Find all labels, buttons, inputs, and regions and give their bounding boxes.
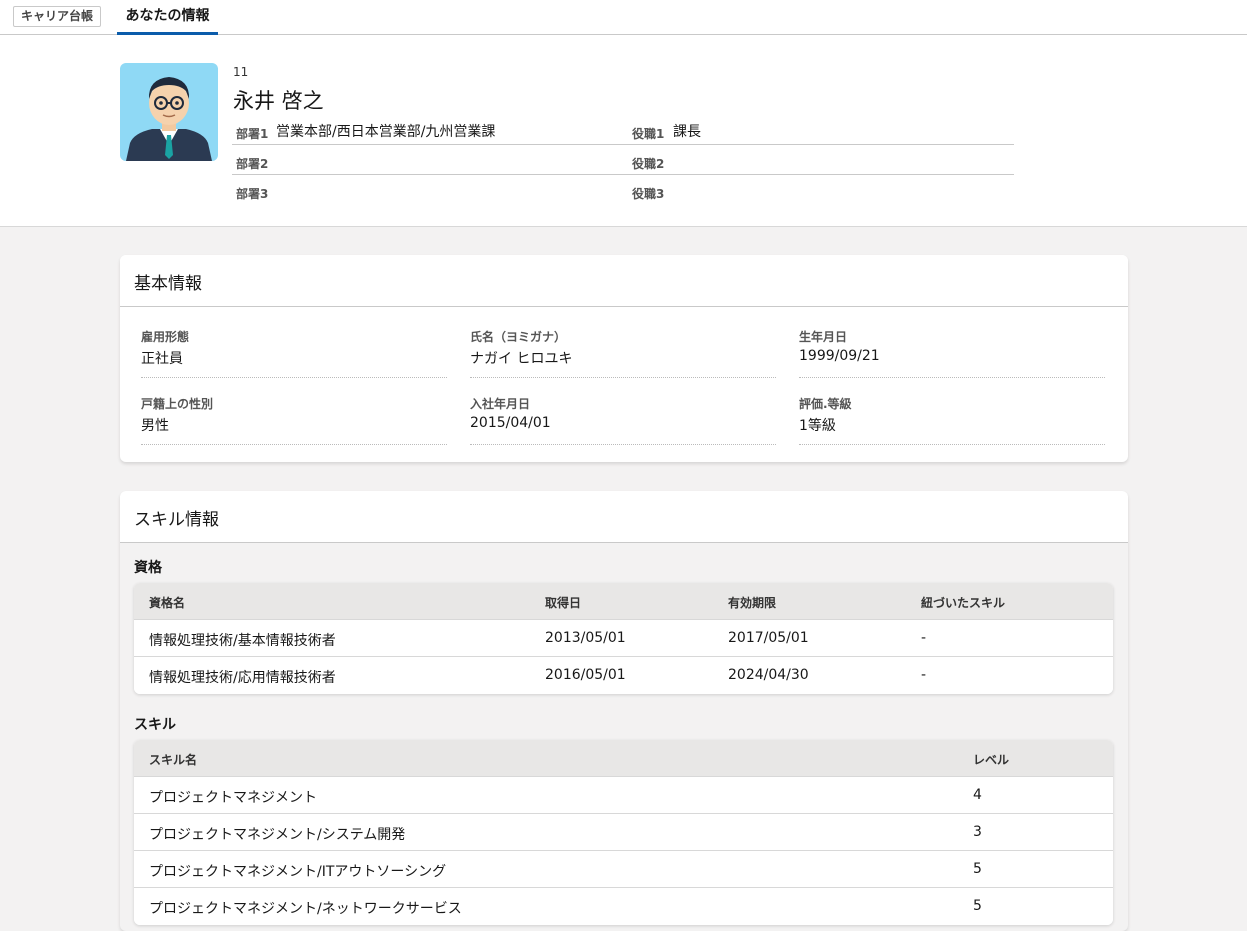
skills-card: スキル情報 資格 資格名 取得日 有効期限 紐づいたスキル 情報処理技術/基本情… [120, 491, 1128, 931]
cell: プロジェクトマネジメント/システム開発 [149, 827, 406, 843]
field-label: 評価.等級 [799, 397, 852, 411]
field-label: 生年月日 [799, 330, 848, 344]
field-employment-type: 雇用形態 正社員 [141, 328, 447, 378]
role2-label: 役職2 [632, 157, 665, 171]
table-row: プロジェクトマネジメント/システム開発 3 [134, 814, 1113, 851]
cell: 2024/04/30 [728, 667, 809, 683]
column-header[interactable]: 資格名 [149, 594, 185, 611]
table-row: プロジェクトマネジメント/ネットワークサービス 5 [134, 888, 1113, 925]
cell: 情報処理技術/基本情報技術者 [149, 633, 336, 649]
dept3-label: 部署3 [236, 187, 269, 201]
field-value: 1等級 [799, 418, 836, 434]
field-value: 1999/09/21 [799, 348, 880, 364]
cell: プロジェクトマネジメント/ITアウトソーシング [149, 864, 447, 880]
skills-title: スキル情報 [120, 491, 1128, 543]
cell: - [921, 667, 927, 683]
employee-name: 永井 啓之 [233, 89, 324, 113]
dept-row-2: 部署2 役職2 [232, 145, 1014, 175]
dept-row-1: 部署1 営業本部/西日本営業部/九州営業課 役職1 課長 [232, 115, 1014, 145]
column-header[interactable]: レベル [973, 751, 1009, 768]
cell: 2016/05/01 [545, 667, 626, 683]
field-birthdate: 生年月日 1999/09/21 [799, 328, 1105, 378]
cell: 情報処理技術/応用情報技術者 [149, 670, 336, 686]
qualifications-table: 資格名 取得日 有効期限 紐づいたスキル 情報処理技術/基本情報技術者 2013… [134, 583, 1113, 694]
field-grade: 評価.等級 1等級 [799, 395, 1105, 445]
basic-info-card: 基本情報 雇用形態 正社員 氏名（ヨミガナ） ナガイ ヒロユキ 生年月日 199… [120, 255, 1128, 462]
skills-list-title: スキル [134, 717, 176, 733]
profile-header: 11 永井 啓之 部署1 営業本部/西日本営業部/九州営業課 役職1 課長 部署… [0, 35, 1247, 227]
column-header[interactable]: 紐づいたスキル [921, 594, 1005, 611]
dept1-value: 営業本部/西日本営業部/九州営業課 [276, 124, 496, 140]
field-value: 2015/04/01 [470, 415, 551, 431]
qualifications-title: 資格 [134, 560, 162, 576]
table-row: 情報処理技術/応用情報技術者 2016/05/01 2024/04/30 - [134, 657, 1113, 694]
table-row: プロジェクトマネジメント 4 [134, 777, 1113, 814]
cell: プロジェクトマネジメント/ネットワークサービス [149, 901, 462, 917]
top-tab-bar: キャリア台帳 あなたの情報 [0, 0, 1247, 35]
cell: 4 [973, 787, 982, 803]
field-label: 氏名（ヨミガナ） [470, 330, 567, 344]
cell: プロジェクトマネジメント [149, 790, 317, 806]
field-hire-date: 入社年月日 2015/04/01 [470, 395, 776, 445]
dept1-label: 部署1 [236, 127, 269, 141]
field-label: 入社年月日 [470, 397, 531, 411]
column-header[interactable]: 有効期限 [728, 594, 776, 611]
column-header[interactable]: 取得日 [545, 594, 581, 611]
field-name-kana: 氏名（ヨミガナ） ナガイ ヒロユキ [470, 328, 776, 378]
cell: 2013/05/01 [545, 630, 626, 646]
tab-career-ledger[interactable]: キャリア台帳 [13, 6, 102, 27]
field-value: 正社員 [141, 351, 183, 367]
cell: 2017/05/01 [728, 630, 809, 646]
field-gender: 戸籍上の性別 男性 [141, 395, 447, 445]
dept2-label: 部署2 [236, 157, 269, 171]
field-label: 戸籍上の性別 [141, 397, 214, 411]
cell: 3 [973, 824, 982, 840]
cell: 5 [973, 861, 982, 877]
field-label: 雇用形態 [141, 330, 190, 344]
table-row: 情報処理技術/基本情報技術者 2013/05/01 2017/05/01 - [134, 620, 1113, 657]
dept-row-3: 部署3 役職3 [232, 175, 1014, 205]
role1-value: 課長 [673, 124, 701, 140]
table-header: 資格名 取得日 有効期限 紐づいたスキル [134, 583, 1113, 620]
cell: 5 [973, 898, 982, 914]
field-value: 男性 [141, 418, 169, 434]
column-header[interactable]: スキル名 [149, 751, 197, 768]
role1-label: 役職1 [632, 127, 665, 141]
table-header: スキル名 レベル [134, 740, 1113, 777]
employee-id: 11 [233, 65, 249, 79]
field-value: ナガイ ヒロユキ [470, 351, 573, 367]
person-avatar-icon [120, 63, 218, 161]
table-row: プロジェクトマネジメント/ITアウトソーシング 5 [134, 851, 1113, 888]
basic-info-title: 基本情報 [120, 255, 1128, 307]
tab-your-info[interactable]: あなたの情報 [117, 0, 218, 35]
avatar [120, 63, 218, 161]
cell: - [921, 630, 927, 646]
role3-label: 役職3 [632, 187, 665, 201]
skills-table: スキル名 レベル プロジェクトマネジメント 4 プロジェクトマネジメント/システ… [134, 740, 1113, 925]
